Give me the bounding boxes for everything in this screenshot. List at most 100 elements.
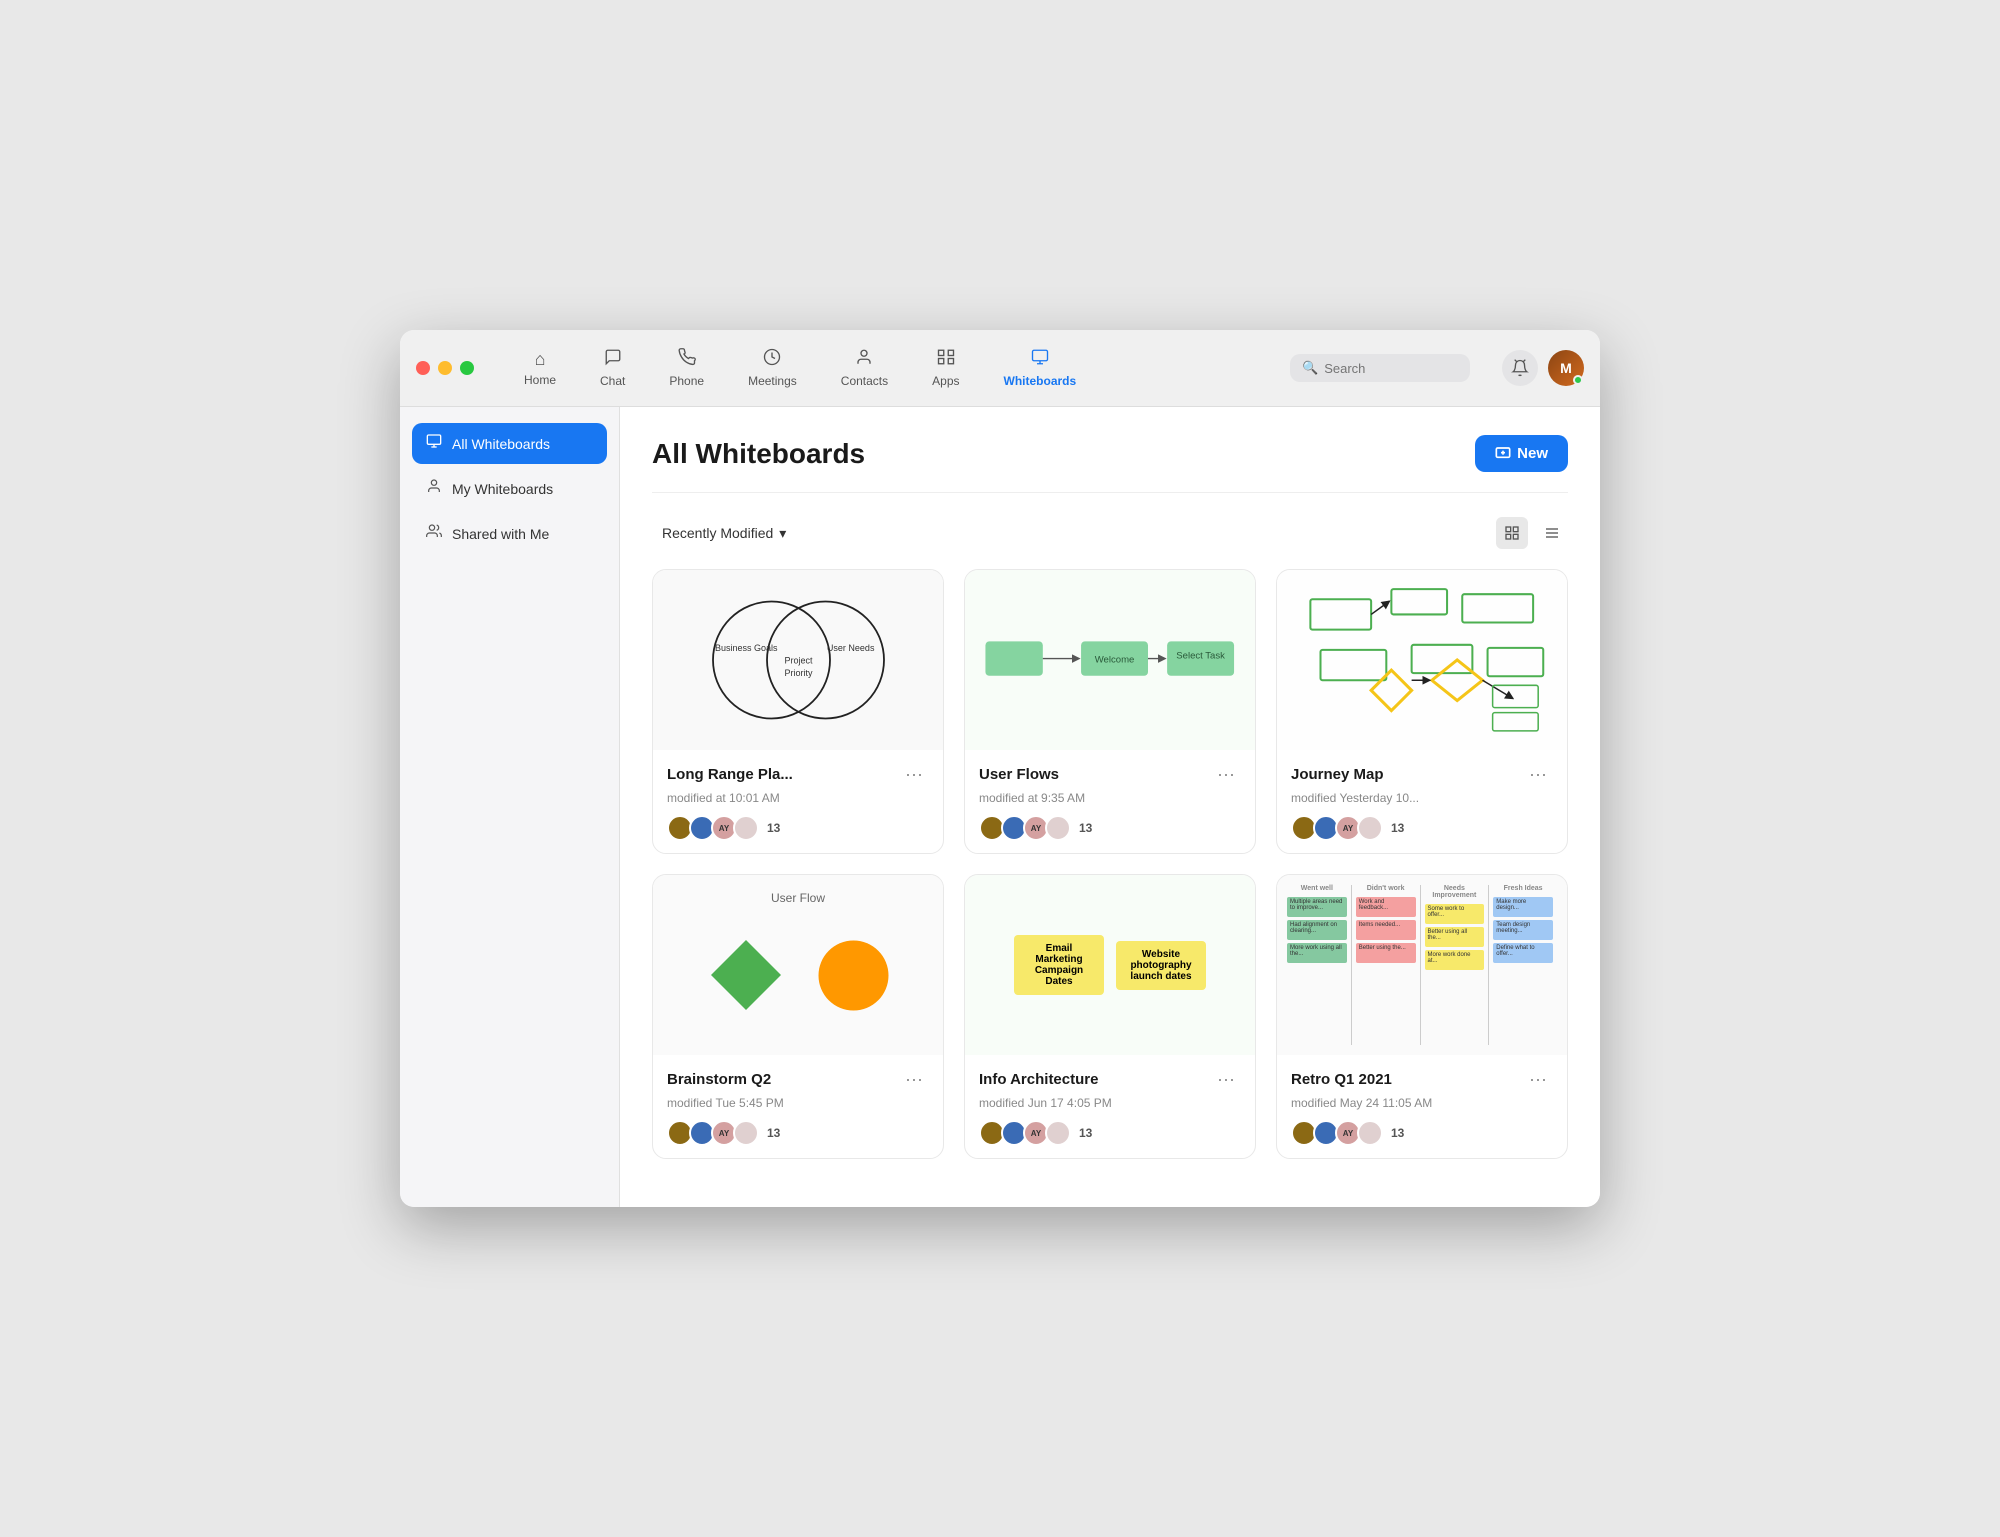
card-title-6: Retro Q1 2021 <box>1291 1071 1392 1088</box>
whiteboard-card-2[interactable]: Welcome Select Task <box>964 569 1256 854</box>
avatar-4 <box>733 815 759 841</box>
retro-col-1: Went well Multiple areas need to improve… <box>1287 885 1352 1045</box>
card-preview-5: Email Marketing Campaign Dates Website p… <box>965 875 1255 1055</box>
avatar-4 <box>1357 815 1383 841</box>
sidebar-item-shared[interactable]: Shared with Me <box>412 513 607 554</box>
card-body-2: User Flows ··· modified at 9:35 AM AY 13 <box>965 750 1255 853</box>
whiteboard-card-6[interactable]: Went well Multiple areas need to improve… <box>1276 874 1568 1159</box>
journey-map-diagram <box>1284 579 1560 741</box>
titlebar: ⌂ Home Chat Phone <box>400 330 1600 407</box>
card-preview-2: Welcome Select Task <box>965 570 1255 750</box>
avatar-4 <box>1045 1120 1071 1146</box>
retro-sticky-10: Make more design... <box>1493 897 1553 917</box>
card-more-2[interactable]: ··· <box>1211 762 1241 787</box>
nav-phone-label: Phone <box>669 374 704 388</box>
retro-sticky-2: Had alignment on clearing... <box>1287 920 1347 940</box>
search-input[interactable] <box>1324 361 1458 376</box>
nav-contacts[interactable]: Contacts <box>819 344 910 392</box>
retro-col-header-2: Didn't work <box>1356 885 1416 892</box>
content-area: All Whiteboards New Recently Modified ▾ <box>620 407 1600 1207</box>
card-more-5[interactable]: ··· <box>1211 1067 1241 1092</box>
whiteboard-card-3[interactable]: Journey Map ··· modified Yesterday 10...… <box>1276 569 1568 854</box>
svg-text:Welcome: Welcome <box>1095 654 1135 665</box>
search-icon: 🔍 <box>1302 360 1318 376</box>
whiteboard-card-5[interactable]: Email Marketing Campaign Dates Website p… <box>964 874 1256 1159</box>
view-toggles <box>1496 517 1568 549</box>
sticky-2: Website photography launch dates <box>1116 941 1206 990</box>
diamond-shape <box>706 935 786 1015</box>
all-whiteboards-icon <box>426 433 442 454</box>
whiteboard-card-1[interactable]: Business Goals User Needs Project Priori… <box>652 569 944 854</box>
nav-meetings[interactable]: Meetings <box>726 344 819 392</box>
nav-whiteboards[interactable]: Whiteboards <box>982 344 1099 392</box>
svg-text:User Needs: User Needs <box>826 643 874 653</box>
card-preview-6: Went well Multiple areas need to improve… <box>1277 875 1567 1055</box>
card-more-4[interactable]: ··· <box>899 1067 929 1092</box>
new-whiteboard-button[interactable]: New <box>1475 435 1568 472</box>
card-avatars-2: AY 13 <box>979 815 1241 841</box>
card-title-row-1: Long Range Pla... ··· <box>667 762 929 787</box>
sidebar-item-my-whiteboards[interactable]: My Whiteboards <box>412 468 607 509</box>
card-avatars-3: AY 13 <box>1291 815 1553 841</box>
card-title-row-5: Info Architecture ··· <box>979 1067 1241 1092</box>
brainstorm-label: User Flow <box>771 891 825 905</box>
fullscreen-button[interactable] <box>460 361 474 375</box>
main-nav: ⌂ Home Chat Phone <box>502 344 1270 392</box>
close-button[interactable] <box>416 361 430 375</box>
card-more-1[interactable]: ··· <box>899 762 929 787</box>
card-title-1: Long Range Pla... <box>667 766 793 783</box>
sort-filter-dropdown[interactable]: Recently Modified ▾ <box>652 519 796 548</box>
card-title-row-4: Brainstorm Q2 ··· <box>667 1067 929 1092</box>
nav-home[interactable]: ⌂ Home <box>502 345 578 391</box>
nav-apps[interactable]: Apps <box>910 344 981 392</box>
app-window: ⌂ Home Chat Phone <box>400 330 1600 1207</box>
whiteboard-card-4[interactable]: User Flow <box>652 874 944 1159</box>
retro-col-header-1: Went well <box>1287 885 1347 892</box>
presence-dot <box>1573 375 1583 385</box>
card-meta-6: modified May 24 11:05 AM <box>1291 1096 1553 1110</box>
card-avatars-4: AY 13 <box>667 1120 929 1146</box>
card-more-6[interactable]: ··· <box>1523 1067 1553 1092</box>
svg-text:Project: Project <box>784 656 813 666</box>
nav-phone[interactable]: Phone <box>647 344 726 392</box>
traffic-lights <box>416 361 474 375</box>
minimize-button[interactable] <box>438 361 452 375</box>
retro-sticky-1: Multiple areas need to improve... <box>1287 897 1347 917</box>
avatar-count-5: 13 <box>1079 1126 1092 1140</box>
avatar-count-3: 13 <box>1391 821 1404 835</box>
search-box[interactable]: 🔍 <box>1290 354 1470 382</box>
avatar-count-6: 13 <box>1391 1126 1404 1140</box>
nav-apps-label: Apps <box>932 374 959 388</box>
card-more-3[interactable]: ··· <box>1523 762 1553 787</box>
sticky-1: Email Marketing Campaign Dates <box>1014 935 1104 995</box>
list-view-button[interactable] <box>1536 517 1568 549</box>
shared-icon <box>426 523 442 544</box>
nav-chat-label: Chat <box>600 374 625 388</box>
retro-col-4: Fresh Ideas Make more design... Team des… <box>1493 885 1557 1045</box>
card-meta-5: modified Jun 17 4:05 PM <box>979 1096 1241 1110</box>
retro-sticky-4: Work and feedback... <box>1356 897 1416 917</box>
filter-bar: Recently Modified ▾ <box>652 517 1568 549</box>
card-title-2: User Flows <box>979 766 1059 783</box>
retro-sticky-7: Some work to offer... <box>1425 904 1485 924</box>
retro-sticky-6: Better using the... <box>1356 943 1416 963</box>
card-preview-1: Business Goals User Needs Project Priori… <box>653 570 943 750</box>
card-title-5: Info Architecture <box>979 1071 1098 1088</box>
sidebar-item-all-whiteboards[interactable]: All Whiteboards <box>412 423 607 464</box>
nav-whiteboards-label: Whiteboards <box>1004 374 1077 388</box>
avatar-4 <box>1357 1120 1383 1146</box>
card-title-4: Brainstorm Q2 <box>667 1071 771 1088</box>
avatar-4 <box>733 1120 759 1146</box>
nav-chat[interactable]: Chat <box>578 344 647 392</box>
card-avatars-6: AY 13 <box>1291 1120 1553 1146</box>
new-button-label: New <box>1517 445 1548 462</box>
user-avatar-wrap[interactable]: M <box>1548 350 1584 386</box>
card-meta-4: modified Tue 5:45 PM <box>667 1096 929 1110</box>
notifications-button[interactable] <box>1502 350 1538 386</box>
avatar-count-4: 13 <box>767 1126 780 1140</box>
retro-sticky-3: More work using all the... <box>1287 943 1347 963</box>
card-body-6: Retro Q1 2021 ··· modified May 24 11:05 … <box>1277 1055 1567 1158</box>
retro-col-header-4: Fresh Ideas <box>1493 885 1553 892</box>
sidebar-all-label: All Whiteboards <box>452 436 550 452</box>
grid-view-button[interactable] <box>1496 517 1528 549</box>
